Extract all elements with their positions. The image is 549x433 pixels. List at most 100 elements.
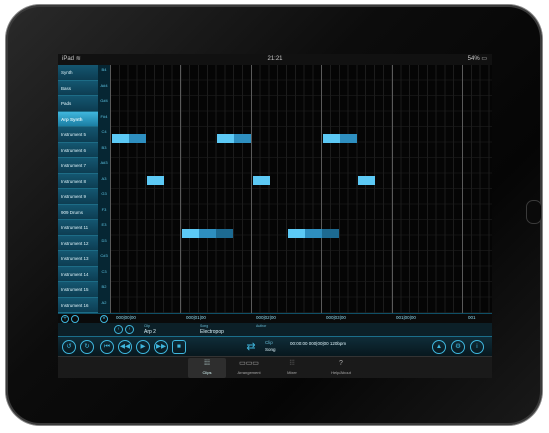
help-icon: ? [339,360,343,367]
note[interactable] [182,229,199,238]
piano-key-label[interactable]: G#4 [98,98,110,103]
track-item[interactable]: Bass [58,80,98,96]
track-item[interactable]: Instrument 14 [58,266,98,282]
clock: 21:21 [267,56,283,62]
timeline-label: 000|02|00 [256,315,276,320]
note[interactable] [358,176,375,185]
mixer-icon: ⫶⫶⫶ [289,360,295,367]
track-item[interactable]: Arp Synth [58,111,98,127]
tab-label: Help/About [331,370,351,375]
piano-key-label[interactable]: A#4 [98,83,110,88]
track-item[interactable]: Instrument 16 [58,297,98,313]
piano-key-label[interactable]: B3 [98,145,110,150]
piano-key-label[interactable]: F3 [98,207,110,212]
undo-icon[interactable]: ↺ [62,340,76,354]
info-icon[interactable]: i [470,340,484,354]
note[interactable] [147,176,164,185]
track-item[interactable]: Instrument 12 [58,235,98,251]
play-icon[interactable]: ▶ [136,340,150,354]
tab-label: Mixer [287,370,297,375]
tab-mixer[interactable]: ⫶⫶⫶ Mixer [273,358,311,378]
rewind-icon[interactable]: ◀◀ [118,340,132,354]
note[interactable] [305,229,322,238]
forward-icon[interactable]: ▶▶ [154,340,168,354]
rewind-start-icon[interactable]: ⏮ [100,340,114,354]
timeline-label: 001 [468,315,476,320]
track-item[interactable]: Instrument 11 [58,220,98,236]
piano-key-label[interactable]: C3 [98,269,110,274]
note[interactable] [217,134,234,143]
piano-key-label[interactable]: C4 [98,129,110,134]
note[interactable] [234,134,251,143]
transport-clip-label: Clip [265,340,273,345]
note[interactable] [322,229,339,238]
piano-key-label[interactable]: C#3 [98,253,110,258]
author-label: Author [256,324,267,328]
note[interactable] [288,229,305,238]
track-item[interactable]: Instrument 13 [58,251,98,267]
redo-icon[interactable]: ↻ [80,340,94,354]
piano-key-label[interactable]: A#3 [98,160,110,165]
piano-roll-grid[interactable] [110,65,492,313]
piano-key-label[interactable]: A2 [98,300,110,305]
piano-key-label[interactable]: F#4 [98,114,110,119]
track-item[interactable]: Instrument 8 [58,173,98,189]
clips-icon: ⁞⁞⁞ [204,360,210,367]
bar-line [110,65,111,313]
note[interactable] [323,134,340,143]
track-item[interactable]: 909 Drums [58,204,98,220]
piano-key-label[interactable]: G3 [98,191,110,196]
home-button[interactable] [526,200,542,224]
transport-bar: ↺ ↻ ⏮ ◀◀ ▶ ▶▶ ■ ⇄ Clip Song 00:00:00 000… [58,336,492,357]
note[interactable] [199,229,216,238]
info-bar: ‹ › Clip Arp 2 Song Electropop Author [58,323,492,336]
note[interactable] [216,229,233,238]
piano-key-label[interactable]: A3 [98,176,110,181]
tab-bar: ⁞⁞⁞ Clips ▭▭▭ Arrangement ⫶⫶⫶ Mixer? Help/Abou… [58,356,492,378]
next-clip-icon[interactable]: › [125,325,134,334]
stop-icon[interactable]: ■ [172,340,186,354]
close-icon[interactable]: × [100,315,108,323]
battery-icon: ▭ [481,56,487,62]
bar-line [251,65,252,313]
timeline-label: 000|00|00 [116,315,136,320]
loop-icon[interactable]: ⇄ [243,340,259,354]
track-item[interactable]: Synth [58,65,98,81]
app-screen: iPad ≋ 21:21 54% ▭ Synth Bass Pads Arp Synt… [58,54,492,378]
track-item[interactable]: Instrument 9 [58,189,98,205]
note[interactable] [253,176,270,185]
metronome-icon[interactable]: ▲ [432,340,446,354]
status-bar: iPad ≋ 21:21 54% ▭ [58,54,492,65]
bar-line [180,65,181,313]
note[interactable] [129,134,146,143]
clip-name[interactable]: Arp 2 [144,329,156,335]
add-icon[interactable]: + [61,315,69,323]
transport-song-label: Song [265,347,276,352]
timeline-label: 001|00|00 [396,315,416,320]
previous-clip-icon[interactable]: ‹ [114,325,123,334]
song-label: Song [200,324,209,328]
timeline-label: 000|01|00 [186,315,206,320]
song-name[interactable]: Electropop [200,329,224,335]
tab-arrangement[interactable]: ▭▭▭ Arrangement [230,358,268,378]
piano-key-label[interactable]: B4 [98,67,110,72]
piano-key-label[interactable]: B2 [98,284,110,289]
track-item[interactable]: Instrument 6 [58,142,98,158]
track-item[interactable]: Instrument 15 [58,282,98,298]
battery-indicator: 54% ▭ [467,56,487,62]
track-item[interactable]: Instrument 7 [58,158,98,174]
tab-help-about[interactable]: ? Help/About [322,358,360,378]
timeline-label: 000|03|00 [326,315,346,320]
track-item[interactable]: Instrument 5 [58,127,98,143]
bar-line [462,65,463,313]
note[interactable] [112,134,129,143]
note[interactable] [340,134,357,143]
track-item[interactable]: Pads [58,96,98,112]
piano-key-label[interactable]: E3 [98,222,110,227]
piano-key-label[interactable]: D3 [98,238,110,243]
bar-line [392,65,393,313]
tab-clips[interactable]: ⁞⁞⁞ Clips [188,358,226,378]
track-list: Synth Bass Pads Arp Synth Instrument 5 Instru… [58,65,98,313]
record-toggle[interactable] [71,315,79,323]
settings-icon[interactable]: ⚙ [451,340,465,354]
